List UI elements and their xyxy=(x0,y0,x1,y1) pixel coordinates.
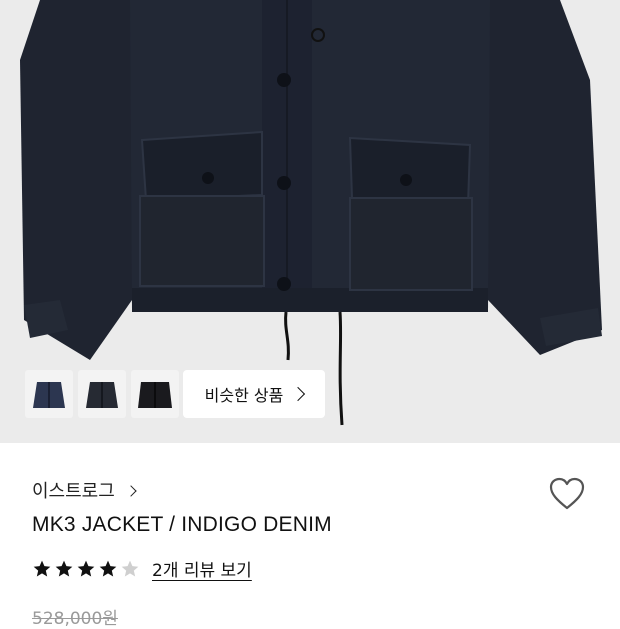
thumbnail-strip xyxy=(25,370,179,418)
jacket-thumbnail-image xyxy=(138,382,172,408)
product-image[interactable]: 비슷한 상품 xyxy=(0,0,620,443)
chevron-right-icon xyxy=(291,386,306,402)
similar-products-label: 비슷한 상품 xyxy=(204,386,284,405)
jacket-thumbnail-image xyxy=(86,382,118,408)
star-filled-icon xyxy=(99,560,117,576)
chevron-right-icon xyxy=(125,484,137,497)
rating-row: 2개 리뷰 보기 xyxy=(32,556,252,581)
brand-name: 이스트로그 xyxy=(32,481,115,502)
thumbnail-3[interactable] xyxy=(131,370,179,418)
similar-products-button[interactable]: 비슷한 상품 xyxy=(183,370,325,418)
star-filled-icon xyxy=(55,560,73,576)
star-rating xyxy=(32,559,140,579)
star-filled-icon xyxy=(77,560,95,576)
product-title: MK3 JACKET / INDIGO DENIM xyxy=(32,513,332,536)
original-price: 528,000원 xyxy=(32,609,118,629)
star-empty-icon xyxy=(121,560,139,576)
brand-link[interactable]: 이스트로그 xyxy=(32,477,137,503)
heart-icon[interactable] xyxy=(548,475,586,513)
thumbnail-2[interactable] xyxy=(78,370,126,418)
jacket-thumbnail-image xyxy=(33,382,65,408)
star-filled-icon xyxy=(33,560,51,576)
review-link[interactable]: 2개 리뷰 보기 xyxy=(152,556,252,581)
thumbnail-1[interactable] xyxy=(25,370,73,418)
